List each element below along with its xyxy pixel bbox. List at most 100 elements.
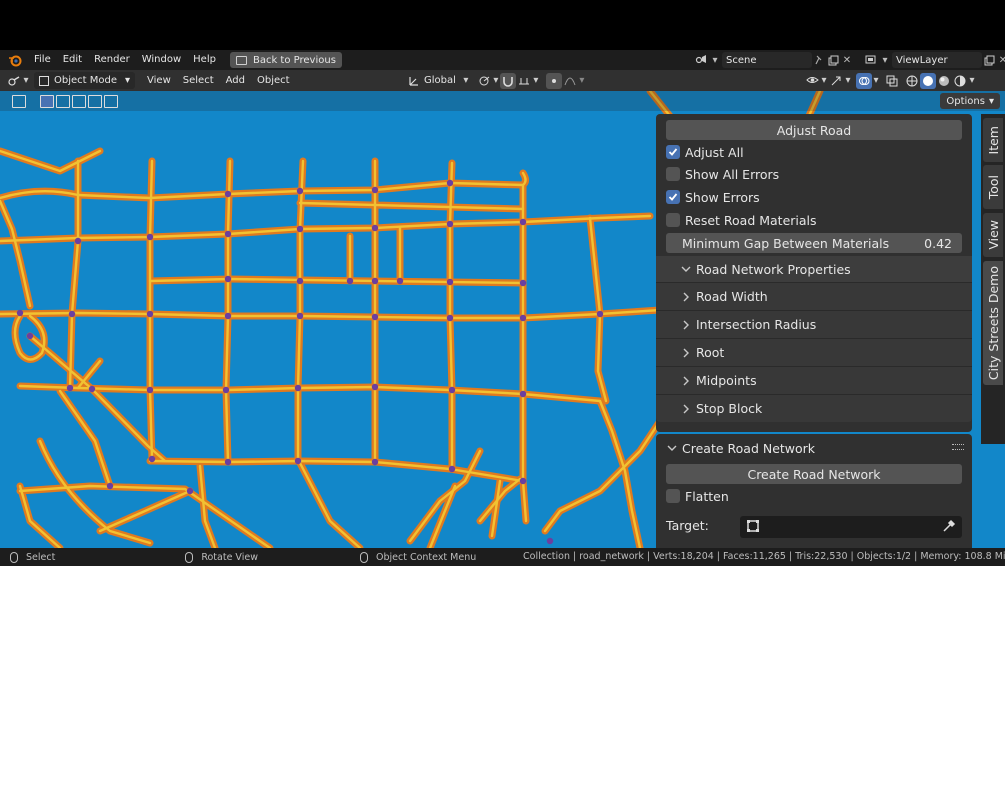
gizmo-icon[interactable] [828, 73, 844, 89]
show-errors-checkbox[interactable]: Show Errors [666, 188, 760, 206]
menu-edit[interactable]: Edit [57, 50, 88, 70]
chevron-down-icon[interactable]: ▾ [872, 73, 880, 89]
header-menu-object[interactable]: Object [251, 75, 296, 86]
tab-item[interactable]: Item [983, 118, 1003, 162]
road-network-properties-header[interactable]: Road Network Properties [656, 256, 972, 282]
tab-city-streets-demo-label: City Streets Demo [985, 265, 1001, 381]
falloff-icon[interactable] [562, 73, 578, 89]
view-layer-icon[interactable] [864, 53, 878, 67]
midpoints-label: Midpoints [696, 373, 757, 388]
snap-target-icon[interactable] [516, 73, 532, 89]
stop-block-subpanel[interactable]: Stop Block [656, 394, 972, 422]
chevron-down-icon: ▾ [988, 95, 994, 107]
chevron-down-icon[interactable]: ▾ [492, 73, 500, 89]
create-road-network-button[interactable]: Create Road Network [666, 464, 962, 484]
menu-file[interactable]: File [28, 50, 57, 70]
menu-render[interactable]: Render [88, 50, 136, 70]
adjust-all-checkbox[interactable]: Adjust All [666, 143, 744, 161]
mouse-left-icon [10, 551, 18, 563]
top-menubar: File Edit Render Window Help Back to Pre… [0, 50, 1005, 70]
chevron-down-icon[interactable]: ▾ [462, 73, 470, 89]
header-menu-view[interactable]: View [141, 75, 177, 86]
3d-viewport[interactable]: Options ▾ Adjust Road Adjust All Show Al… [0, 91, 1005, 548]
blender-window: File Edit Render Window Help Back to Pre… [0, 50, 1005, 566]
scene-name: Scene [726, 54, 757, 66]
scene-icon[interactable] [694, 53, 708, 67]
proportional-edit-icon[interactable] [545, 72, 562, 89]
status-select: Select [26, 551, 56, 563]
select-mode-intersect-icon[interactable] [88, 94, 102, 108]
select-mode-subtract-icon[interactable] [72, 94, 86, 108]
checkbox-checked-icon [666, 190, 680, 204]
object-mode-dropdown[interactable]: Object Mode ▾ [34, 72, 136, 89]
chevron-down-icon[interactable]: ▾ [968, 73, 976, 89]
target-object-field[interactable] [740, 516, 962, 538]
chevron-down-icon[interactable]: ▾ [532, 73, 540, 89]
rendered-shading-icon[interactable] [952, 73, 968, 89]
checkbox-unchecked-icon [666, 489, 680, 503]
adjust-road-panel: Adjust Road Adjust All Show All Errors S… [656, 114, 972, 432]
create-road-network-header[interactable]: Create Road Network [656, 434, 972, 462]
header-menu-add[interactable]: Add [220, 75, 251, 86]
new-view-layer-icon[interactable] [982, 53, 996, 67]
select-mode-new-icon[interactable] [40, 94, 54, 108]
view-layer-field[interactable]: ViewLayer [892, 52, 982, 68]
stop-block-label: Stop Block [696, 401, 763, 416]
solid-shading-icon[interactable] [920, 72, 936, 89]
chevron-down-icon[interactable]: ▾ [878, 53, 892, 67]
reset-road-materials-checkbox[interactable]: Reset Road Materials [666, 211, 817, 229]
tab-view[interactable]: View [983, 213, 1003, 257]
transform-orientation-icon[interactable] [406, 73, 422, 89]
midpoints-subpanel[interactable]: Midpoints [656, 366, 972, 394]
menu-window[interactable]: Window [136, 50, 187, 70]
chevron-down-icon[interactable]: ▾ [844, 73, 852, 89]
tab-tool[interactable]: Tool [983, 165, 1003, 209]
adjust-road-button[interactable]: Adjust Road [666, 120, 962, 140]
root-subpanel[interactable]: Root [656, 338, 972, 366]
pin-icon[interactable] [812, 53, 826, 67]
flatten-checkbox[interactable]: Flatten [666, 487, 729, 505]
chevron-down-icon[interactable]: ▾ [578, 73, 586, 89]
show-all-errors-checkbox[interactable]: Show All Errors [666, 165, 779, 183]
header-menu-select[interactable]: Select [177, 75, 220, 86]
options-dropdown[interactable]: Options ▾ [940, 93, 1000, 109]
tab-city-streets-demo[interactable]: City Streets Demo [983, 261, 1003, 385]
chevron-down-icon[interactable]: ▾ [22, 73, 30, 89]
scene-selector-group: ▾ Scene ✕ ▾ ViewLayer ✕ [694, 52, 1005, 68]
snap-toggle-icon[interactable] [499, 72, 516, 89]
wireframe-shading-icon[interactable] [904, 73, 920, 89]
blender-logo-icon[interactable] [8, 53, 22, 67]
road-width-subpanel[interactable]: Road Width [656, 282, 972, 310]
chevron-down-icon: ▾ [125, 75, 131, 86]
chevron-right-icon [678, 404, 694, 414]
status-context-menu: Object Context Menu [375, 551, 477, 563]
select-mode-extend-icon[interactable] [56, 94, 70, 108]
object-mode-icon [39, 75, 49, 86]
object-square-icon [746, 519, 760, 536]
viewport-shading-group: ▾ ▾ ▾ ▾ [804, 72, 976, 89]
mouse-middle-icon [185, 551, 194, 563]
material-shading-icon[interactable] [936, 73, 952, 89]
delete-scene-icon[interactable]: ✕ [840, 53, 854, 67]
select-mode-invert-icon[interactable] [104, 94, 118, 108]
intersection-radius-subpanel[interactable]: Intersection Radius [656, 310, 972, 338]
target-label: Target: [666, 518, 709, 533]
chevron-down-icon[interactable]: ▾ [820, 73, 828, 89]
xray-icon[interactable] [884, 73, 900, 89]
editor-type-icon[interactable] [6, 73, 22, 89]
tab-tool-label: Tool [985, 174, 1001, 200]
pivot-point-icon[interactable] [476, 73, 492, 89]
select-tool-icon[interactable] [12, 94, 26, 108]
scene-name-field[interactable]: Scene [722, 52, 812, 68]
chevron-down-icon[interactable]: ▾ [708, 53, 722, 67]
new-scene-icon[interactable] [826, 53, 840, 67]
overlays-icon[interactable] [856, 72, 872, 89]
minimum-gap-field[interactable]: Minimum Gap Between Materials 0.42 [666, 233, 962, 253]
menu-help[interactable]: Help [187, 50, 222, 70]
delete-view-layer-icon[interactable]: ✕ [996, 53, 1005, 67]
transform-orientation-label[interactable]: Global [424, 75, 456, 86]
visibility-icon[interactable] [804, 73, 820, 89]
eyedropper-icon[interactable] [942, 519, 956, 536]
drag-grip-icon[interactable] [952, 444, 964, 450]
back-to-previous-button[interactable]: Back to Previous [229, 52, 342, 68]
